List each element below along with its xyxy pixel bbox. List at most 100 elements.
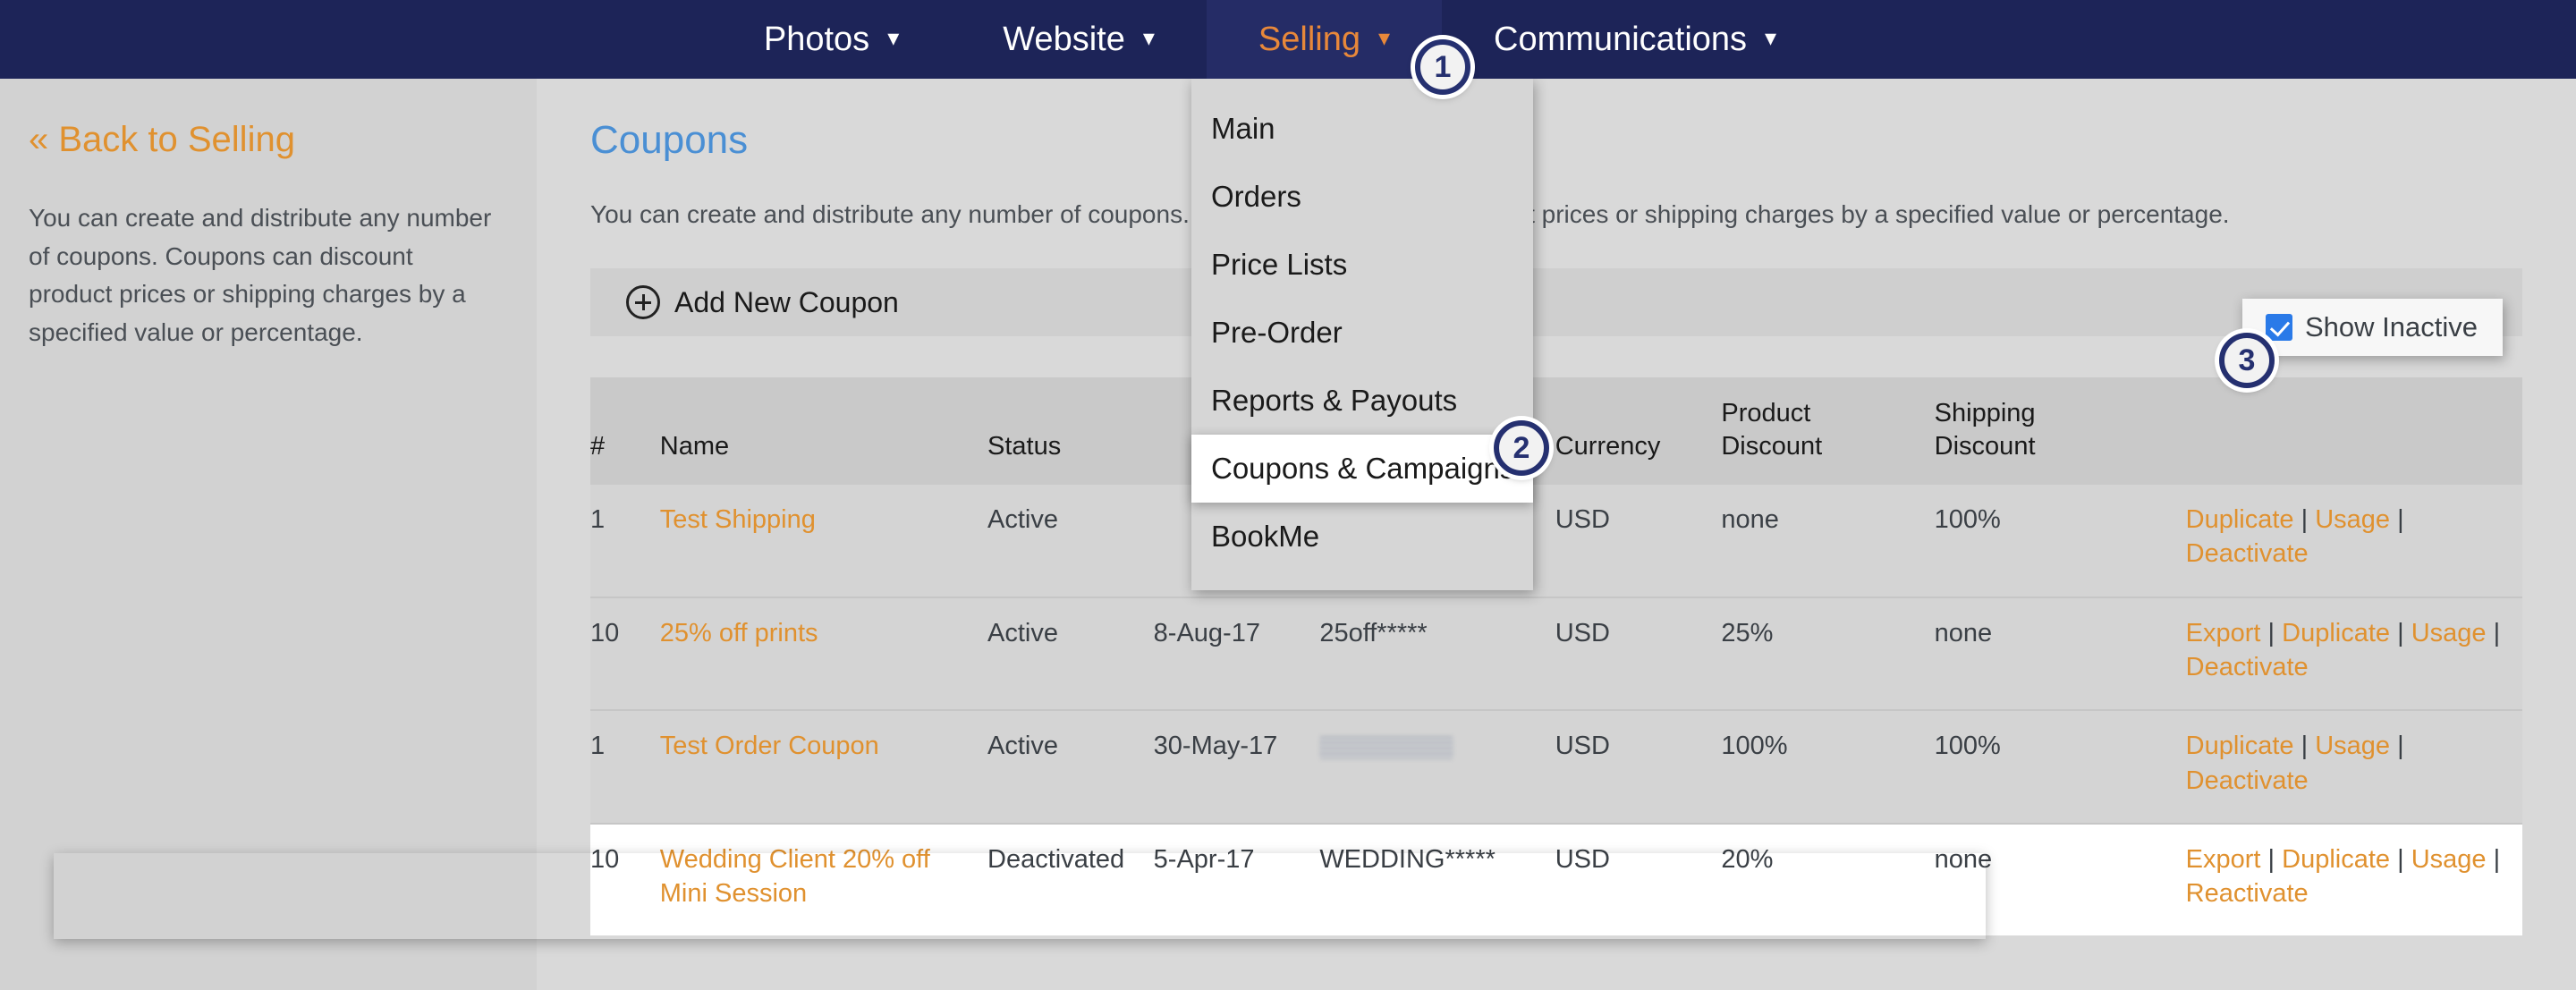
- cell-status: Active: [987, 485, 1154, 597]
- coupon-name-link[interactable]: Test Shipping: [660, 505, 816, 534]
- nav-item-label: Photos: [764, 0, 869, 79]
- cell-number: 1: [590, 485, 660, 597]
- action-usage[interactable]: Usage: [2411, 845, 2487, 874]
- cell-code: [1319, 710, 1555, 824]
- nav-items: Photos ▾ Website ▾ Selling ▾ Communicati…: [712, 0, 1828, 79]
- chevron-down-icon: ▾: [887, 0, 899, 77]
- cell-product-discount: none: [1721, 485, 1934, 597]
- column-header-number[interactable]: #: [590, 377, 660, 485]
- shipping-discount-line1: Shipping: [1935, 399, 2036, 427]
- column-header-product-discount[interactable]: Product Discount: [1721, 377, 1934, 485]
- cell-name: Test Shipping: [660, 485, 987, 597]
- main-content: Coupons You can create and distribute an…: [537, 79, 2576, 990]
- page-title: Coupons: [590, 118, 2522, 163]
- cell-date: 8-Aug-17: [1154, 597, 1320, 711]
- action-usage[interactable]: Usage: [2315, 732, 2390, 760]
- cell-date: 5-Apr-17: [1154, 824, 1320, 936]
- column-header-name[interactable]: Name: [660, 377, 987, 485]
- action-deactivate[interactable]: Deactivate: [2186, 766, 2309, 795]
- table-header-row: # Name Status Currency Product Discount …: [590, 377, 2522, 485]
- action-duplicate[interactable]: Duplicate: [2186, 505, 2294, 534]
- cell-number: 10: [590, 824, 660, 936]
- cell-name: 25% off prints: [660, 597, 987, 711]
- table-body: 1 Test Shipping Active USD none 100% Dup…: [590, 485, 2522, 935]
- table-row: 1 Test Order Coupon Active 30-May-17 USD…: [590, 710, 2522, 824]
- cell-currency: USD: [1555, 597, 1722, 711]
- cell-shipping-discount: none: [1935, 597, 2186, 711]
- action-usage[interactable]: Usage: [2411, 619, 2487, 647]
- action-duplicate[interactable]: Duplicate: [2282, 845, 2390, 874]
- coupon-name-link[interactable]: 25% off prints: [660, 619, 818, 647]
- cell-product-discount: 25%: [1721, 597, 1934, 711]
- action-usage[interactable]: Usage: [2315, 505, 2390, 534]
- cell-shipping-discount: none: [1935, 824, 2186, 936]
- action-deactivate[interactable]: Deactivate: [2186, 653, 2309, 681]
- cell-number: 1: [590, 710, 660, 824]
- product-discount-line2: Discount: [1721, 432, 1822, 461]
- shipping-discount-line2: Discount: [1935, 432, 2036, 461]
- table-row: 10 Wedding Client 20% off Mini Session D…: [590, 824, 2522, 936]
- column-header-currency[interactable]: Currency: [1555, 377, 1722, 485]
- action-reactivate[interactable]: Reactivate: [2186, 879, 2309, 908]
- add-new-coupon-button[interactable]: Add New Coupon: [590, 268, 2522, 336]
- action-export[interactable]: Export: [2186, 845, 2261, 874]
- show-inactive-checkbox[interactable]: [2266, 314, 2292, 341]
- sidebar-description: You can create and distribute any number…: [29, 199, 494, 351]
- table-row: 10 25% off prints Active 8-Aug-17 25off*…: [590, 597, 2522, 711]
- cell-date: 30-May-17: [1154, 710, 1320, 824]
- dropdown-item-bookme[interactable]: BookMe: [1191, 503, 1533, 571]
- dropdown-item-coupons-campaigns[interactable]: Coupons & Campaigns: [1191, 435, 1533, 503]
- cell-product-discount: 100%: [1721, 710, 1934, 824]
- cell-status: Deactivated: [987, 824, 1154, 936]
- action-duplicate[interactable]: Duplicate: [2186, 732, 2294, 760]
- nav-item-photos[interactable]: Photos ▾: [712, 0, 951, 79]
- cell-currency: USD: [1555, 485, 1722, 597]
- left-sidebar: « Back to Selling You can create and dis…: [0, 79, 537, 990]
- cell-currency: USD: [1555, 824, 1722, 936]
- top-navigation-bar: Photos ▾ Website ▾ Selling ▾ Communicati…: [0, 0, 2576, 79]
- action-export[interactable]: Export: [2186, 619, 2261, 647]
- cell-number: 10: [590, 597, 660, 711]
- add-new-coupon-label: Add New Coupon: [674, 286, 899, 319]
- cell-actions: Duplicate | Usage | Deactivate: [2186, 485, 2522, 597]
- show-inactive-toggle[interactable]: Show Inactive: [2242, 299, 2503, 356]
- nav-item-label: Selling: [1258, 0, 1360, 79]
- chevron-down-icon: ▾: [1143, 0, 1155, 77]
- product-discount-line1: Product: [1721, 399, 1810, 427]
- dropdown-item-main[interactable]: Main: [1191, 95, 1533, 163]
- table-header: # Name Status Currency Product Discount …: [590, 377, 2522, 485]
- redacted-code: [1319, 736, 1453, 759]
- dropdown-item-orders[interactable]: Orders: [1191, 163, 1533, 231]
- column-header-status[interactable]: Status: [987, 377, 1154, 485]
- cell-name: Test Order Coupon: [660, 710, 987, 824]
- nav-item-communications[interactable]: Communications ▾: [1442, 0, 1828, 79]
- step-badge-1: 1: [1415, 39, 1470, 95]
- chevron-down-icon: ▾: [1378, 0, 1390, 77]
- back-to-selling-link[interactable]: « Back to Selling: [29, 120, 499, 160]
- nav-item-website[interactable]: Website ▾: [951, 0, 1207, 79]
- dropdown-item-price-lists[interactable]: Price Lists: [1191, 231, 1533, 299]
- cell-status: Active: [987, 710, 1154, 824]
- cell-code: 25off*****: [1319, 597, 1555, 711]
- column-header-actions: [2186, 377, 2522, 485]
- action-duplicate[interactable]: Duplicate: [2282, 619, 2390, 647]
- cell-shipping-discount: 100%: [1935, 710, 2186, 824]
- cell-name: Wedding Client 20% off Mini Session: [660, 824, 987, 936]
- cell-actions: Export | Duplicate | Usage | Reactivate: [2186, 824, 2522, 936]
- selling-dropdown-menu: Main Orders Price Lists Pre-Order Report…: [1191, 79, 1533, 590]
- column-header-shipping-discount[interactable]: Shipping Discount: [1935, 377, 2186, 485]
- action-deactivate[interactable]: Deactivate: [2186, 539, 2309, 568]
- cell-status: Active: [987, 597, 1154, 711]
- nav-item-selling[interactable]: Selling ▾: [1207, 0, 1442, 79]
- nav-item-label: Communications: [1494, 0, 1747, 79]
- cell-actions: Export | Duplicate | Usage | Deactivate: [2186, 597, 2522, 711]
- dropdown-item-pre-order[interactable]: Pre-Order: [1191, 299, 1533, 367]
- cell-product-discount: 20%: [1721, 824, 1934, 936]
- coupon-name-link[interactable]: Test Order Coupon: [660, 732, 879, 760]
- table-row: 1 Test Shipping Active USD none 100% Dup…: [590, 485, 2522, 597]
- coupon-name-link[interactable]: Wedding Client 20% off Mini Session: [660, 845, 930, 908]
- coupons-table: # Name Status Currency Product Discount …: [590, 377, 2522, 935]
- cell-actions: Duplicate | Usage | Deactivate: [2186, 710, 2522, 824]
- dropdown-item-reports-payouts[interactable]: Reports & Payouts: [1191, 367, 1533, 435]
- chevron-down-icon: ▾: [1765, 0, 1776, 77]
